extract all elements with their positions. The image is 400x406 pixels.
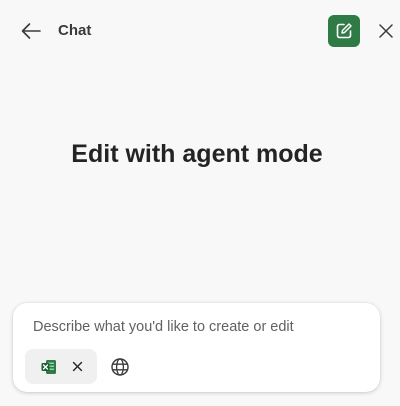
- back-button[interactable]: [18, 19, 44, 43]
- prompt-composer: [13, 303, 380, 392]
- web-search-button[interactable]: [109, 356, 131, 378]
- excel-file-icon: [41, 360, 56, 374]
- remove-attachment-button[interactable]: [69, 358, 85, 374]
- close-icon: [72, 361, 82, 371]
- new-chat-button[interactable]: [328, 15, 360, 47]
- empty-state-headline: Edit with agent mode: [71, 140, 323, 168]
- compose-icon: [336, 23, 352, 39]
- close-icon: [379, 24, 393, 38]
- page-title: Chat: [58, 22, 92, 39]
- close-button[interactable]: [375, 20, 397, 42]
- attachment-chip[interactable]: [25, 349, 97, 384]
- globe-icon: [111, 358, 129, 376]
- chat-header: Chat: [0, 0, 400, 62]
- chat-pane: Chat Edit with agent mode: [0, 0, 400, 406]
- back-arrow-icon: [21, 23, 41, 39]
- prompt-input[interactable]: [33, 317, 363, 337]
